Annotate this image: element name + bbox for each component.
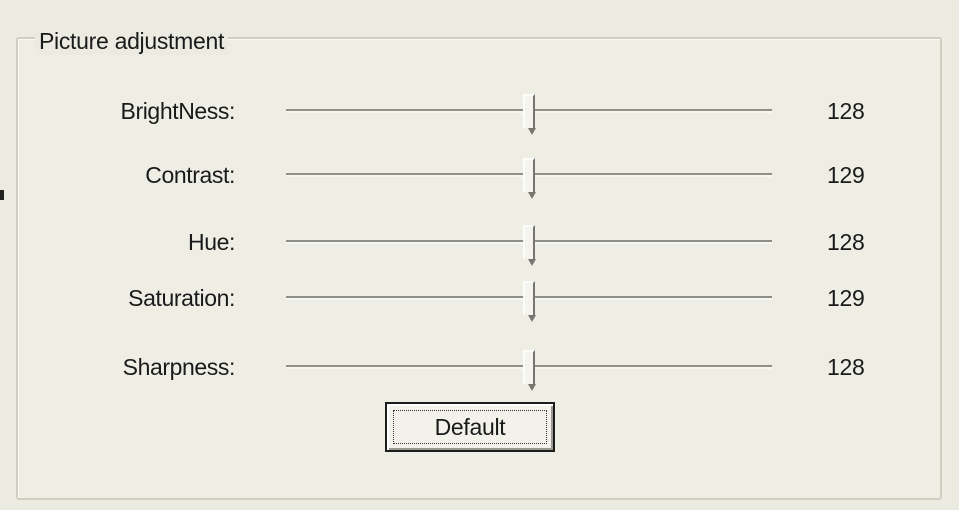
hue-value: 128 xyxy=(827,229,865,255)
brightness-slider[interactable] xyxy=(286,94,772,135)
slider-row-hue: Hue: 128 xyxy=(0,222,959,266)
saturation-slider[interactable] xyxy=(286,281,772,322)
sharpness-slider[interactable] xyxy=(286,350,772,391)
slider-row-brightness: BrightNess: 128 xyxy=(0,91,959,135)
slider-row-saturation: Saturation: 129 xyxy=(0,278,959,322)
default-button[interactable]: Default xyxy=(385,402,555,452)
saturation-value: 129 xyxy=(827,285,865,311)
contrast-value: 129 xyxy=(827,162,865,188)
slider-row-contrast: Contrast: 129 xyxy=(0,155,959,199)
contrast-slider-thumb[interactable] xyxy=(523,158,536,199)
groupbox-title: Picture adjustment xyxy=(35,27,229,55)
contrast-label: Contrast: xyxy=(145,162,235,188)
contrast-slider[interactable] xyxy=(286,158,772,199)
hue-slider-thumb[interactable] xyxy=(523,225,536,266)
brightness-value: 128 xyxy=(827,98,865,124)
hue-slider[interactable] xyxy=(286,225,772,266)
sharpness-slider-thumb[interactable] xyxy=(523,350,536,391)
brightness-label: BrightNess: xyxy=(120,98,236,124)
brightness-slider-thumb[interactable] xyxy=(523,94,536,135)
hue-label: Hue: xyxy=(188,229,235,255)
default-button-label: Default xyxy=(393,410,547,444)
saturation-label: Saturation: xyxy=(128,285,235,311)
sharpness-value: 128 xyxy=(827,354,865,380)
slider-row-sharpness: Sharpness: 128 xyxy=(0,347,959,391)
sharpness-label: Sharpness: xyxy=(122,354,236,380)
saturation-slider-thumb[interactable] xyxy=(523,281,536,322)
